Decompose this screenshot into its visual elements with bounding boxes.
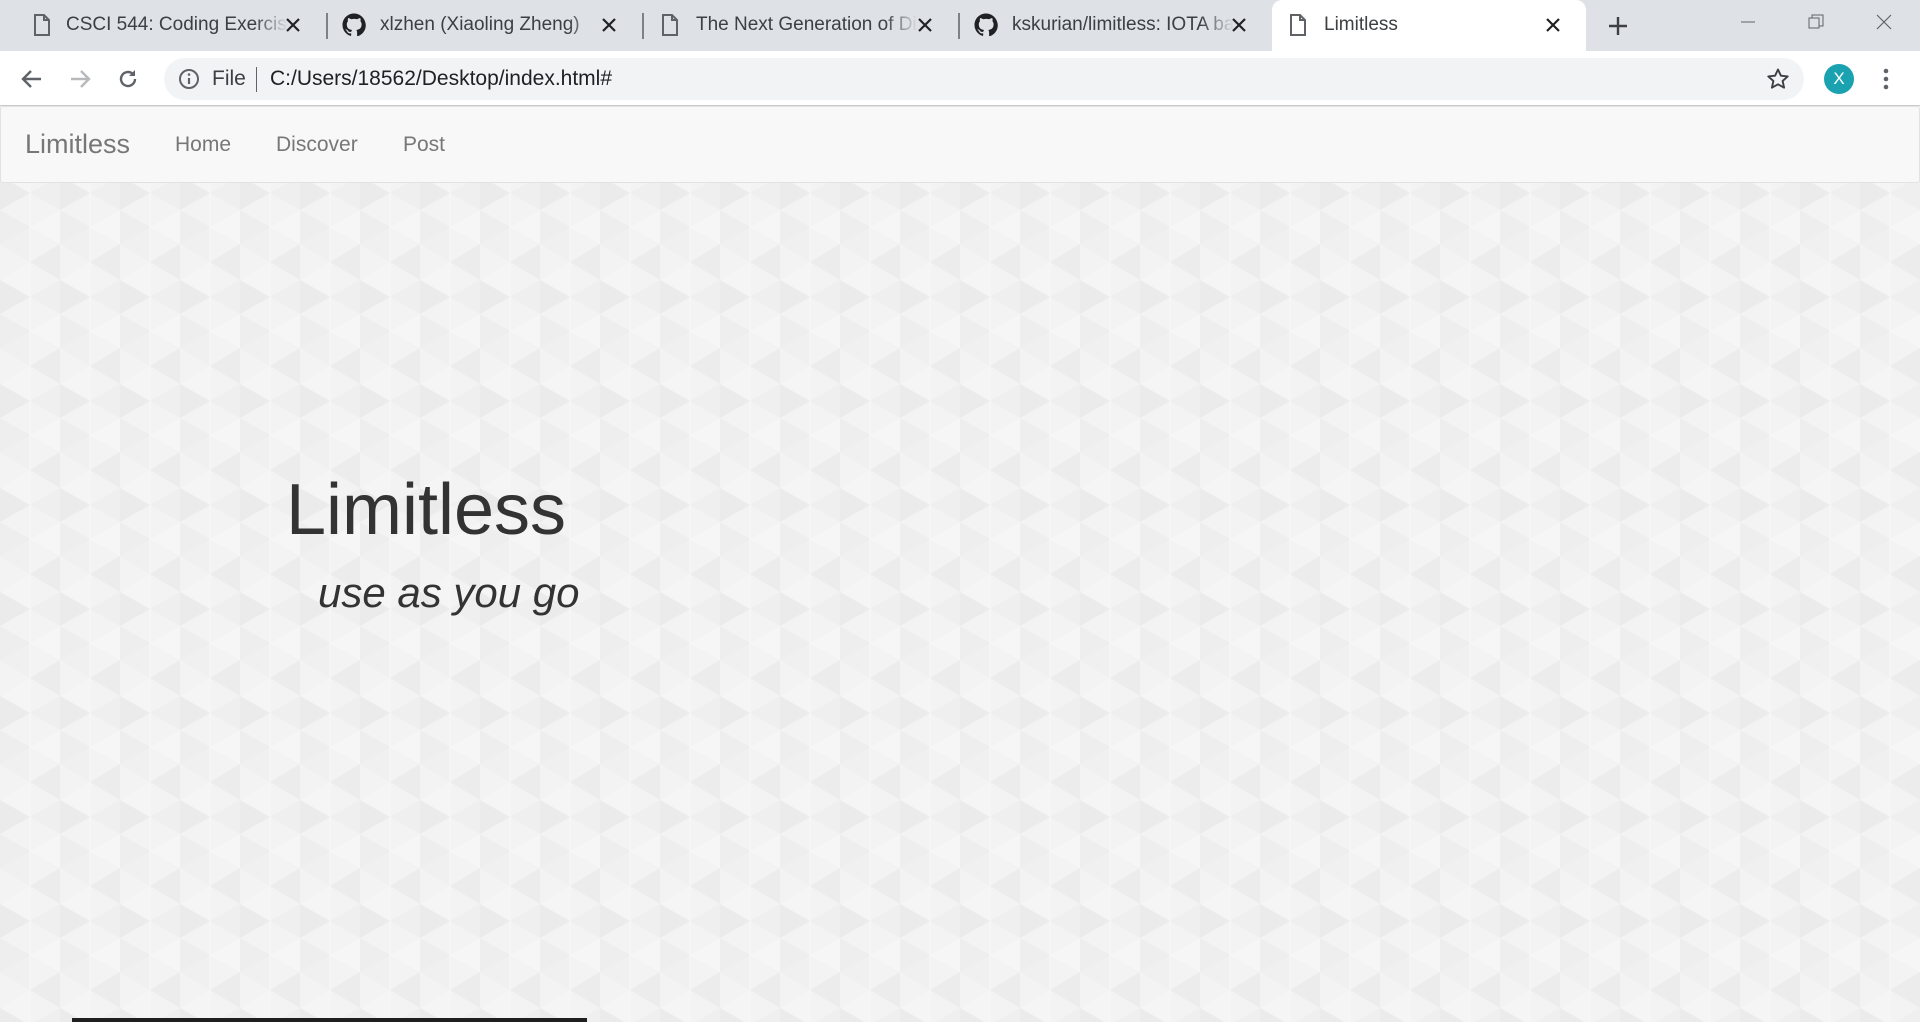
close-icon[interactable] <box>282 14 304 36</box>
tab-strip: CSCI 544: Coding Exercise 2 xlzhen (Xiao… <box>0 0 1920 51</box>
plus-icon <box>1609 17 1627 35</box>
reload-button[interactable] <box>110 61 146 97</box>
scheme-label: File <box>212 67 246 90</box>
restore-button[interactable] <box>1786 0 1846 44</box>
document-icon <box>658 13 682 37</box>
background-pattern <box>0 106 1920 1022</box>
document-icon <box>30 13 54 37</box>
site-brand-link[interactable]: Limitless <box>25 129 130 159</box>
tab-title: Limitless <box>1324 14 1398 35</box>
tab-iota-next-gen[interactable]: The Next Generation of Distributed Ledge… <box>644 0 958 51</box>
omnibox-divider <box>256 67 257 92</box>
tab-title: CSCI 544: Coding Exercise 2 <box>66 14 288 35</box>
close-icon[interactable] <box>1542 14 1564 36</box>
tab-title: The Next Generation of Distributed Ledge… <box>696 14 918 35</box>
tab-csci544[interactable]: CSCI 544: Coding Exercise 2 <box>0 0 326 51</box>
reload-icon <box>119 70 137 88</box>
minimize-button[interactable] <box>1718 0 1778 44</box>
browser-toolbar: File C:/Users/18562/Desktop/index.html# … <box>0 51 1920 106</box>
site-navbar: Limitless Home Discover Post <box>0 106 1920 183</box>
nav-link-discover[interactable]: Discover <box>276 133 358 157</box>
close-icon[interactable] <box>598 14 620 36</box>
info-icon[interactable] <box>178 68 200 90</box>
hero-title: Limitless <box>286 470 567 550</box>
nav-link-post[interactable]: Post <box>403 133 445 157</box>
back-button[interactable] <box>14 61 50 97</box>
page-viewport: Limitless Home Discover Post Limitless u… <box>0 106 1920 1022</box>
tab-limitless-active[interactable]: Limitless <box>1272 0 1586 51</box>
arrow-right-icon <box>71 70 91 88</box>
tab-kskurian-limitless[interactable]: kskurian/limitless: IOTA based <box>960 0 1272 51</box>
tab-title: xlzhen (Xiaoling Zheng) <box>380 14 580 35</box>
close-icon <box>1876 14 1892 30</box>
forward-button[interactable] <box>62 61 98 97</box>
bookmark-star-icon[interactable] <box>1766 67 1790 91</box>
close-window-button[interactable] <box>1854 0 1914 44</box>
document-icon <box>1286 13 1310 37</box>
github-icon <box>342 13 366 37</box>
taskbar-edge <box>72 1018 587 1022</box>
nav-link-home[interactable]: Home <box>175 133 231 157</box>
restore-icon <box>1808 14 1824 29</box>
new-tab-button[interactable] <box>1600 11 1636 41</box>
url-text[interactable]: C:/Users/18562/Desktop/index.html# <box>270 68 612 90</box>
close-icon[interactable] <box>914 14 936 36</box>
address-bar[interactable]: File C:/Users/18562/Desktop/index.html# <box>164 58 1804 100</box>
arrow-left-icon <box>21 70 41 88</box>
hero-tagline: use as you go <box>318 569 580 616</box>
more-vertical-icon <box>1883 68 1889 90</box>
tab-xlzhen[interactable]: xlzhen (Xiaoling Zheng) <box>328 0 642 51</box>
close-icon[interactable] <box>1228 14 1250 36</box>
github-icon <box>974 13 998 37</box>
profile-avatar[interactable]: X <box>1824 64 1854 94</box>
tab-title: kskurian/limitless: IOTA based <box>1012 14 1234 35</box>
browser-menu-button[interactable] <box>1874 61 1898 97</box>
minimize-icon <box>1741 21 1755 23</box>
